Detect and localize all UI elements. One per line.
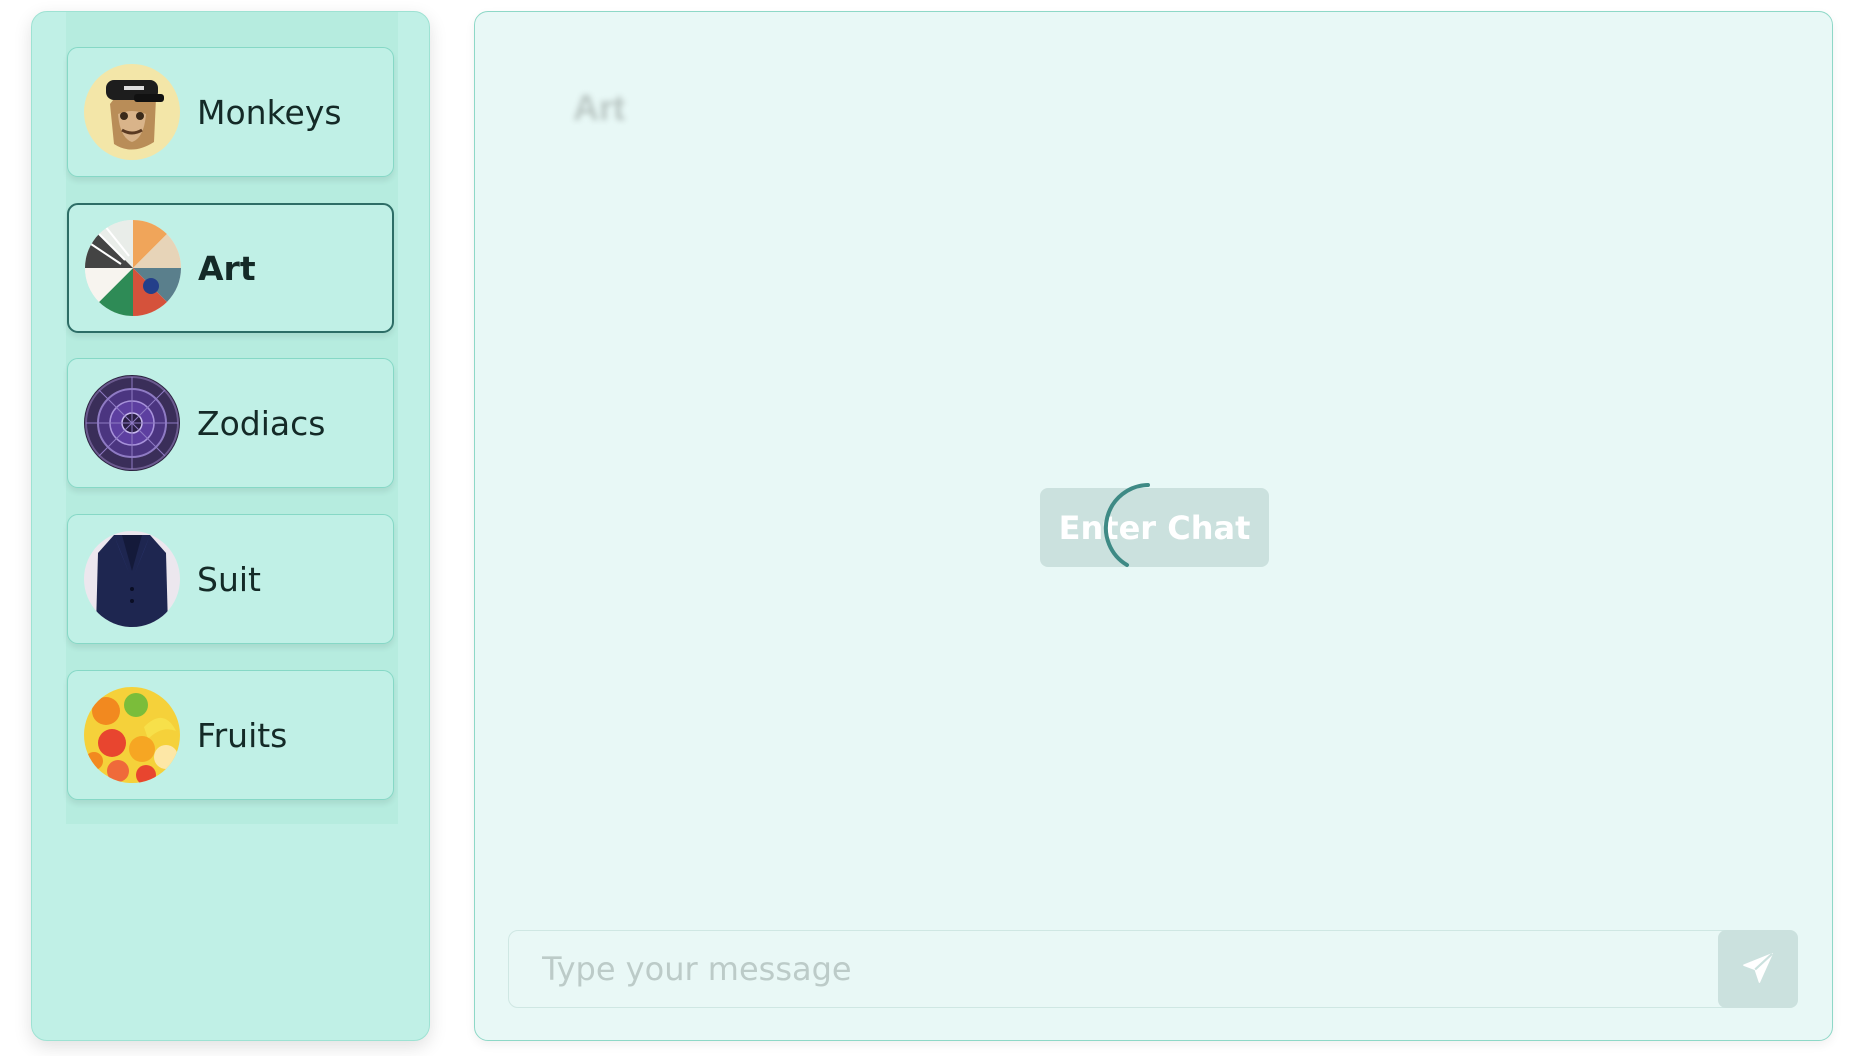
room-item-art[interactable]: Art [67, 203, 394, 333]
room-item-fruits[interactable]: Fruits [67, 670, 394, 800]
loading-spinner-icon [1103, 483, 1150, 567]
room-item-monkeys[interactable]: Monkeys [67, 47, 394, 177]
ape-avatar-icon [84, 64, 180, 160]
send-icon [1741, 951, 1775, 988]
send-button[interactable] [1718, 930, 1798, 1008]
art-collage-icon [85, 220, 181, 316]
zodiac-wheel-icon [84, 375, 180, 471]
room-label: Art [198, 248, 256, 288]
room-label: Fruits [197, 715, 288, 755]
suit-jacket-icon [84, 531, 180, 627]
room-label: Zodiacs [197, 403, 326, 443]
room-sidebar: Monkeys Art Zodiacs Suit Fruits [31, 11, 430, 1041]
chat-room-title: Art [573, 87, 625, 128]
room-label: Suit [197, 559, 261, 599]
message-input[interactable] [509, 931, 1719, 1006]
fruits-icon [84, 687, 180, 783]
chat-panel: Art Enter Chat [474, 11, 1833, 1041]
room-label: Monkeys [197, 92, 342, 132]
room-item-zodiacs[interactable]: Zodiacs [67, 358, 394, 488]
room-item-suit[interactable]: Suit [67, 514, 394, 644]
message-composer [508, 930, 1798, 1008]
